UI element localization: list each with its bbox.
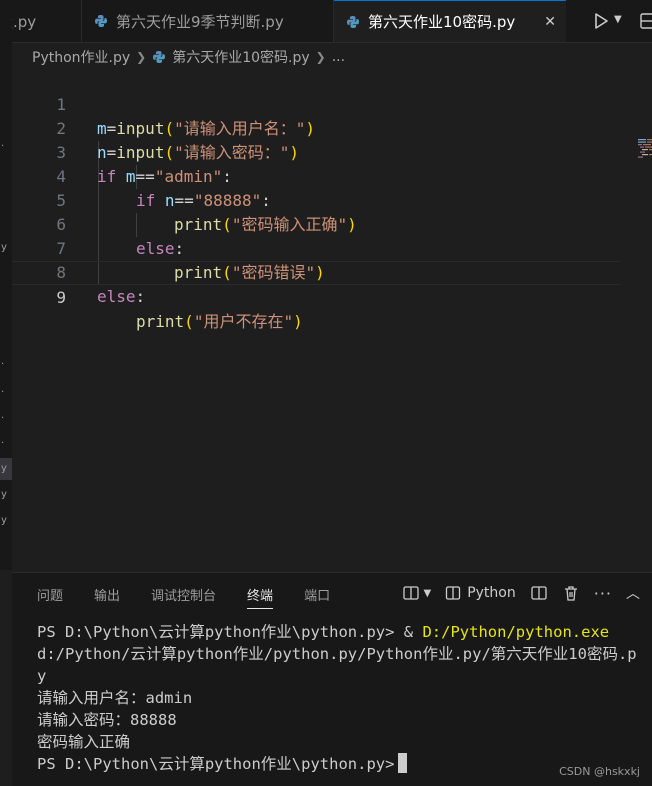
sidebar-fragment: y: [1, 463, 7, 474]
panel-toolbar: ▼ Python ··· ︿: [402, 583, 640, 603]
tab-problems[interactable]: 问题: [37, 585, 63, 609]
terminal-amp: &: [403, 623, 423, 641]
chevron-up-icon[interactable]: ︿: [626, 583, 640, 603]
chevron-down-icon[interactable]: ▼: [424, 588, 432, 599]
breadcrumb: Python作业.py ❯ 第六天作业10密码.py ❯ ...: [32, 46, 345, 68]
editor-tab-bar: 量.py 第六天作业9季节判断.py 第六天作业10密码.py ✕ ▼: [12, 0, 652, 43]
code-editor[interactable]: 1 m=input("请输入用户名：") 2 n=input("请输入密码：")…: [12, 69, 652, 569]
chevron-right-icon: ❯: [315, 50, 326, 64]
tab-liang[interactable]: 量.py: [12, 0, 82, 42]
code-line[interactable]: 3 if m=="admin":: [12, 117, 620, 186]
sidebar-fragment: .: [1, 384, 5, 395]
code-line[interactable]: 1 m=input("请输入用户名："): [12, 69, 620, 138]
token-string: "用户不存在": [193, 312, 294, 331]
python-file-icon: [95, 15, 107, 27]
token-keyword: else: [97, 287, 136, 306]
sidebar-fragment: y: [1, 515, 7, 526]
token-function: print: [136, 312, 185, 331]
terminal-panel-icon: [446, 586, 461, 600]
terminal-cursor: [398, 753, 408, 773]
tab-password-active[interactable]: 第六天作业10密码.py ✕: [334, 0, 566, 42]
sidebar-fragment: .: [1, 138, 5, 149]
split-editor-icon[interactable]: [638, 11, 652, 31]
tab-label: 量.py: [12, 12, 37, 31]
close-icon[interactable]: ✕: [544, 14, 556, 30]
bottom-panel: 问题 输出 调试控制台 终端 端口 ▼ Python ··· ︿ PS D:\P…: [12, 572, 652, 786]
chevron-down-icon[interactable]: ▼: [614, 14, 622, 25]
sidebar-fragment: .: [1, 356, 5, 367]
run-icon[interactable]: [590, 10, 612, 32]
code-line[interactable]: 2 n=input("请输入密码："): [12, 93, 620, 162]
token-bracket: ): [293, 312, 303, 331]
sidebar-fragment: .: [1, 410, 5, 421]
tab-terminal[interactable]: 终端: [247, 585, 274, 609]
terminal-output[interactable]: PS D:\Python\云计算python作业\python.py> & D:…: [37, 621, 642, 775]
breadcrumb-folder[interactable]: Python作业.py: [32, 47, 130, 67]
terminal-output-line: 请输入密码：88888: [37, 711, 177, 729]
trash-icon[interactable]: [562, 584, 580, 602]
chevron-right-icon: ❯: [136, 50, 147, 64]
sidebar-fragment: y: [1, 489, 7, 500]
code-line[interactable]: 6 else:: [12, 189, 620, 258]
code-text: print("用户不存在"): [136, 310, 303, 334]
code-text: else:: [97, 285, 145, 309]
terminal-output-line: 请输入用户名：admin: [37, 689, 193, 707]
tab-output[interactable]: 输出: [94, 585, 120, 609]
terminal-output-line: 密码输入正确: [37, 733, 131, 751]
tab-label: 第六天作业10密码.py: [368, 13, 516, 31]
python-file-icon: [153, 51, 166, 63]
breadcrumb-more[interactable]: ...: [332, 49, 345, 65]
line-number: 9: [56, 288, 66, 307]
explorer-sidebar-edge: . y . . . . y y y: [0, 0, 12, 570]
tab-debug-console[interactable]: 调试控制台: [151, 585, 216, 609]
code-line-current[interactable]: 9 print("用户不存在"): [12, 261, 620, 331]
panel-tabs: 问题 输出 调试控制台 终端 端口: [37, 585, 330, 609]
tab-ports[interactable]: 端口: [304, 585, 330, 609]
terminal-prompt: PS D:\Python\云计算python作业\python.py>: [37, 623, 404, 641]
minimap[interactable]: [638, 139, 652, 159]
split-terminal-icon[interactable]: [530, 584, 548, 602]
tab-season-judgement[interactable]: 第六天作业9季节判断.py: [82, 0, 334, 42]
more-actions-icon[interactable]: ···: [594, 584, 612, 603]
code-line[interactable]: 4 if n=="88888":: [12, 141, 620, 210]
layout-icon[interactable]: [402, 584, 420, 602]
code-line[interactable]: 7 print("密码错误"): [12, 213, 620, 282]
watermark: CSDN @hskxkj: [559, 765, 640, 778]
sidebar-fragment: .: [1, 435, 5, 446]
token-bracket: (: [184, 312, 194, 331]
token-colon: :: [135, 287, 146, 306]
sidebar-fragment: y: [1, 242, 7, 253]
terminal-kind[interactable]: Python: [445, 585, 516, 601]
terminal-exe-path: D:/Python/python.exe: [422, 623, 610, 641]
code-line[interactable]: 8 else:: [12, 237, 620, 306]
python-file-icon: [347, 15, 359, 28]
code-line[interactable]: 5 print("密码输入正确"): [12, 165, 620, 234]
tab-label: 第六天作业9季节判断.py: [116, 12, 284, 31]
terminal-prompt: PS D:\Python\云计算python作业\python.py>: [37, 755, 395, 773]
breadcrumb-file[interactable]: 第六天作业10密码.py: [172, 47, 309, 67]
terminal-kind-label: Python: [467, 585, 516, 601]
